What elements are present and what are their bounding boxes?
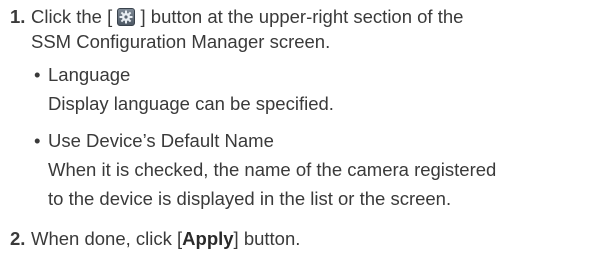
step-1: 1. Click the [ ] button at the upper-rig…: [10, 4, 595, 54]
step-1-text-after-icon: ] button at the upper-right section of t…: [135, 6, 464, 27]
step-2-text-after: ] button.: [233, 228, 301, 249]
step-number: 1.: [10, 6, 26, 27]
bullet-marker: •: [34, 64, 41, 85]
apply-button-label: Apply: [182, 228, 234, 249]
step-2-text: When done, click [Apply] button.: [31, 226, 595, 251]
step-2: 2. When done, click [Apply] button.: [10, 226, 595, 251]
step-number: 2.: [10, 228, 26, 249]
option-description-line: to the device is displayed in the list o…: [48, 188, 452, 209]
option-description-line: Display language can be specified.: [48, 93, 334, 114]
step-1-text: Click the [ ] button at the upper-right …: [31, 4, 595, 54]
option-description-line: When it is checked, the name of the came…: [48, 159, 497, 180]
step-1-text-before-icon: Click the [: [31, 6, 118, 27]
option-language: • Language Display language can be speci…: [34, 62, 595, 116]
option-title: Language: [48, 64, 131, 85]
bullet-marker: •: [34, 130, 41, 151]
option-use-default-name: • Use Device’s Default Name When it is c…: [34, 128, 595, 211]
option-title: Use Device’s Default Name: [48, 130, 274, 151]
settings-gear-icon: [117, 8, 136, 26]
step-1-text-line2: SSM Configuration Manager screen.: [31, 31, 331, 52]
step-2-text-before: When done, click [: [31, 228, 183, 249]
